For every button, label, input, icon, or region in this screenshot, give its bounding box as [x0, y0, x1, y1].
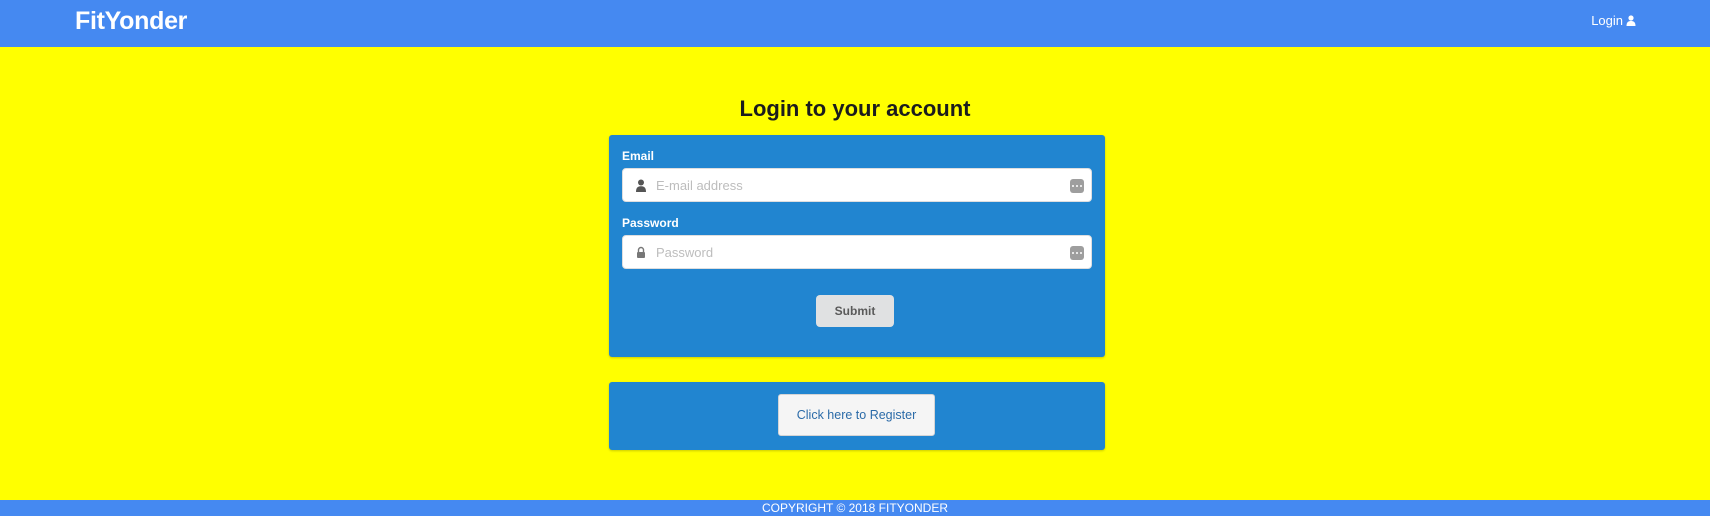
email-input[interactable] [656, 169, 1061, 201]
user-icon [1626, 15, 1636, 26]
brand-logo[interactable]: FitYonder [75, 7, 187, 36]
lock-icon [637, 246, 645, 258]
page-title: Login to your account [739, 96, 971, 121]
password-input[interactable] [656, 236, 1061, 268]
nav-login-link[interactable]: Login [1591, 13, 1636, 28]
login-form: Email Password Submit [609, 135, 1105, 357]
nav-login-label: Login [1591, 13, 1623, 28]
top-navbar: FitYonder Login [0, 0, 1710, 47]
submit-button[interactable]: Submit [816, 295, 894, 327]
footer-copyright: COPYRIGHT © 2018 FITYONDER [0, 500, 1710, 516]
register-panel: Click here to Register [609, 382, 1105, 450]
user-icon [636, 179, 646, 192]
password-field-wrapper [622, 235, 1092, 269]
more-options-icon[interactable] [1070, 246, 1084, 260]
register-button[interactable]: Click here to Register [778, 394, 935, 436]
password-label: Password [622, 216, 679, 230]
more-options-icon[interactable] [1070, 179, 1084, 193]
email-field-wrapper [622, 168, 1092, 202]
email-label: Email [622, 149, 655, 163]
